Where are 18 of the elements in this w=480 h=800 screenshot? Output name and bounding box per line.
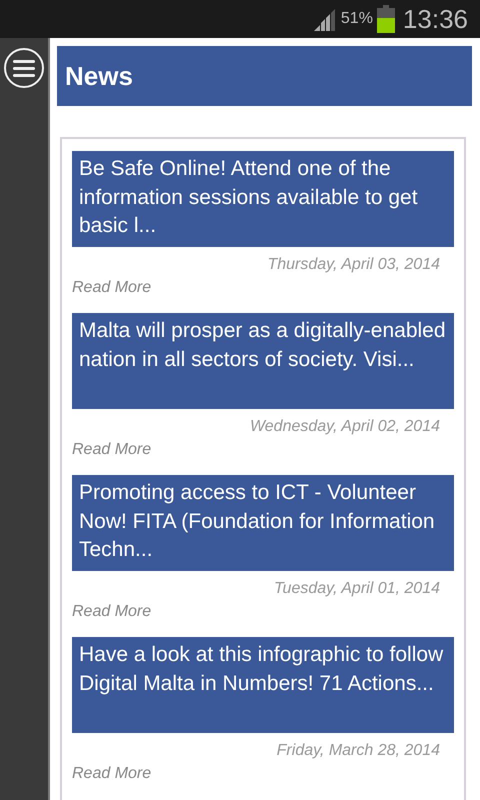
read-more-link[interactable]: Read More [72, 765, 152, 782]
clock-time: 13:36 [402, 2, 468, 36]
news-date: Thursday, April 03, 2014 [266, 255, 441, 275]
read-more-link[interactable]: Read More [72, 603, 152, 620]
read-more-link[interactable]: Read More [72, 441, 152, 458]
battery-percent: 51% [340, 9, 373, 29]
read-more-link[interactable]: Read More [72, 279, 152, 296]
menu-icon[interactable] [4, 48, 44, 88]
news-date: Wednesday, April 02, 2014 [248, 417, 441, 437]
news-headline[interactable]: Be Safe Online! Attend one of the information sessions available to get basic l... [72, 151, 454, 247]
signal-icon [312, 7, 337, 31]
news-headline[interactable]: Have a look at this infographic to follow Digital Malta in Numbers! 71 Actions... [72, 637, 454, 733]
news-headline[interactable]: Malta will prosper as a digitally-enabled nation in all sectors of society. Visi... [72, 313, 454, 409]
news-date: Tuesday, April 01, 2014 [272, 579, 441, 599]
news-date: Friday, March 28, 2014 [276, 741, 441, 761]
news-headline[interactable]: Promoting access to ICT - Volunteer Now! FITA (Foundation for Information Techn... [72, 475, 454, 571]
page-title: News [65, 60, 133, 92]
battery-icon [376, 5, 395, 33]
